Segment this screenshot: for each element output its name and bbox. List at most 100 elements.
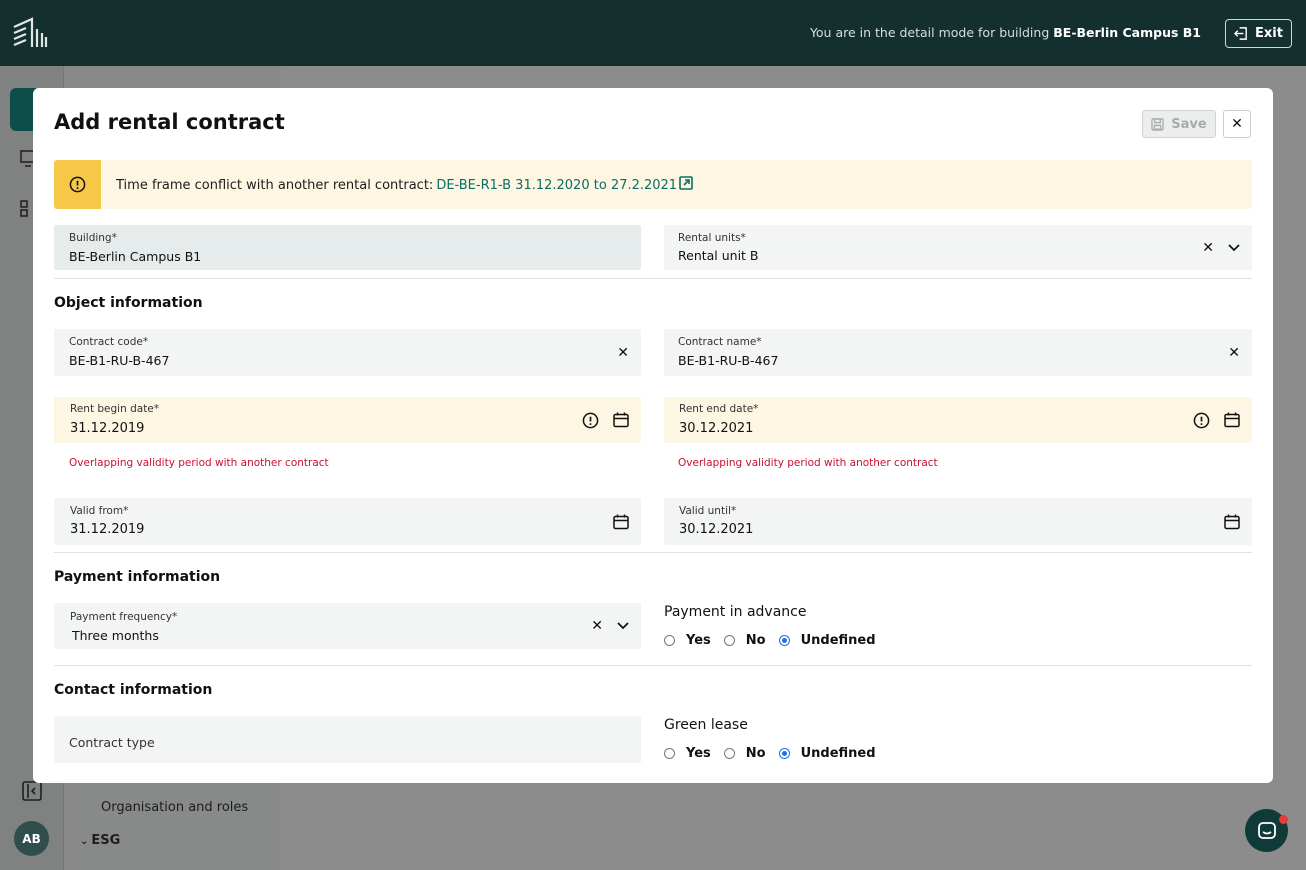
green-lease-title: Green lease bbox=[664, 717, 748, 733]
contract-name-label: Contract name* bbox=[678, 336, 762, 348]
valid-until-value: 30.12.2021 bbox=[679, 522, 754, 537]
chevron-down-icon[interactable] bbox=[1228, 243, 1240, 252]
top-bar: You are in the detail mode for building … bbox=[0, 0, 1306, 66]
contract-code-value: BE-B1-RU-B-467 bbox=[69, 353, 170, 368]
radio-label-yes: Yes bbox=[686, 633, 711, 648]
section-divider bbox=[54, 552, 1252, 553]
building-label: Building* bbox=[69, 232, 117, 244]
calendar-icon[interactable] bbox=[613, 514, 629, 530]
contract-name-field[interactable]: Contract name* BE-B1-RU-B-467 ✕ bbox=[664, 329, 1252, 376]
radio-label-undefined: Undefined bbox=[800, 633, 876, 648]
rent-begin-date-field[interactable]: Rent begin date* 31.12.2019 bbox=[54, 397, 641, 443]
exit-label: Exit bbox=[1255, 26, 1283, 41]
rent-end-date-field[interactable]: Rent end date* 30.12.2021 bbox=[664, 397, 1252, 443]
clear-icon[interactable]: ✕ bbox=[1202, 241, 1214, 255]
radio-label-no: No bbox=[745, 633, 766, 648]
warning-icon bbox=[582, 412, 599, 428]
close-button[interactable]: ✕ bbox=[1223, 110, 1251, 138]
contract-type-placeholder: Contract type bbox=[69, 735, 155, 750]
payment-frequency-label: Payment frequency* bbox=[70, 611, 178, 623]
notification-dot bbox=[1279, 815, 1288, 824]
alert-text: Time frame conflict with another rental … bbox=[116, 178, 434, 193]
radio-yes[interactable] bbox=[664, 748, 675, 759]
green-lease-undefined[interactable]: Undefined bbox=[778, 746, 876, 761]
nav-item-esg[interactable]: ⌄ ESG bbox=[80, 833, 120, 848]
building-logo-icon[interactable] bbox=[12, 17, 48, 49]
payment-advance-yes[interactable]: Yes bbox=[664, 633, 711, 648]
contact-information-heading: Contact information bbox=[54, 682, 213, 698]
nav-item-esg-label: ESG bbox=[91, 833, 121, 848]
save-button[interactable]: Save bbox=[1142, 110, 1216, 138]
save-label: Save bbox=[1171, 116, 1207, 132]
payment-frequency-select[interactable]: Payment frequency* Three months ✕ bbox=[54, 603, 641, 649]
radio-undefined-selected[interactable] bbox=[778, 635, 790, 646]
exit-icon bbox=[1234, 27, 1247, 40]
contract-name-value: BE-B1-RU-B-467 bbox=[678, 353, 779, 368]
collapse-icon[interactable] bbox=[22, 781, 42, 801]
alert-icon-box bbox=[54, 160, 101, 209]
chat-icon bbox=[1257, 821, 1276, 839]
calendar-icon[interactable] bbox=[1224, 412, 1240, 428]
valid-until-label: Valid until* bbox=[679, 505, 737, 517]
radio-label-yes: Yes bbox=[686, 746, 711, 761]
section-divider bbox=[54, 278, 1252, 279]
rental-units-value: Rental unit B bbox=[678, 248, 759, 263]
detail-mode-building: BE-Berlin Campus B1 bbox=[1053, 25, 1201, 40]
detail-mode-prefix: You are in the detail mode for building bbox=[809, 25, 1050, 40]
detail-mode-message: You are in the detail mode for building … bbox=[810, 25, 1201, 40]
object-information-heading: Object information bbox=[54, 295, 203, 311]
save-icon bbox=[1151, 117, 1165, 131]
payment-advance-undefined[interactable]: Undefined bbox=[778, 633, 876, 648]
payment-frequency-value: Three months bbox=[72, 628, 159, 643]
green-lease-no[interactable]: No bbox=[723, 746, 766, 761]
rent-end-date-value: 30.12.2021 bbox=[679, 421, 754, 436]
rent-begin-date-value: 31.12.2019 bbox=[70, 421, 145, 436]
radio-label-undefined: Undefined bbox=[800, 746, 876, 761]
contract-code-label: Contract code* bbox=[69, 336, 149, 348]
contract-code-field[interactable]: Contract code* BE-B1-RU-B-467 ✕ bbox=[54, 329, 641, 376]
rent-end-date-error: Overlapping validity period with another… bbox=[678, 457, 938, 469]
external-link-icon bbox=[679, 176, 693, 190]
calendar-icon[interactable] bbox=[1224, 514, 1240, 530]
section-divider bbox=[54, 665, 1252, 666]
clear-icon[interactable]: ✕ bbox=[617, 346, 629, 360]
nav-item-organisation[interactable]: Organisation and roles bbox=[101, 800, 248, 815]
building-value: BE-Berlin Campus B1 bbox=[69, 249, 202, 264]
exit-button[interactable]: Exit bbox=[1225, 19, 1292, 48]
valid-until-field[interactable]: Valid until* 30.12.2021 bbox=[664, 498, 1252, 545]
warning-icon bbox=[69, 176, 86, 193]
warning-icon bbox=[1193, 412, 1210, 428]
add-rental-contract-dialog: Add rental contract Save ✕ Time frame co… bbox=[33, 88, 1273, 783]
radio-undefined-selected[interactable] bbox=[778, 748, 790, 759]
radio-no[interactable] bbox=[723, 635, 735, 646]
conflict-contract-link[interactable]: DE-BE-R1-B 31.12.2020 to 27.2.2021 bbox=[436, 176, 693, 193]
avatar[interactable]: AB bbox=[14, 821, 49, 856]
rent-end-date-label: Rent end date* bbox=[679, 403, 759, 415]
rental-units-select[interactable]: Rental units* Rental unit B ✕ bbox=[664, 225, 1252, 270]
calendar-icon[interactable] bbox=[613, 412, 629, 428]
payment-in-advance-radio-group: Yes No Undefined bbox=[664, 633, 889, 648]
alert-message: Time frame conflict with another rental … bbox=[116, 176, 693, 193]
contract-type-select[interactable]: Contract type bbox=[54, 716, 641, 763]
payment-information-heading: Payment information bbox=[54, 569, 221, 585]
valid-from-value: 31.12.2019 bbox=[70, 522, 145, 537]
conflict-contract-link-text: DE-BE-R1-B 31.12.2020 to 27.2.2021 bbox=[436, 178, 678, 193]
chevron-down-icon[interactable] bbox=[617, 622, 629, 630]
conflict-alert: Time frame conflict with another rental … bbox=[54, 160, 1252, 209]
radio-yes[interactable] bbox=[664, 635, 675, 646]
close-icon: ✕ bbox=[1231, 116, 1243, 132]
valid-from-label: Valid from* bbox=[70, 505, 129, 517]
building-field: Building* BE-Berlin Campus B1 bbox=[54, 225, 641, 270]
dialog-title: Add rental contract bbox=[54, 110, 285, 134]
payment-in-advance-title: Payment in advance bbox=[664, 604, 807, 620]
clear-icon[interactable]: ✕ bbox=[1228, 346, 1240, 360]
chevron-down-icon: ⌄ bbox=[80, 836, 89, 847]
valid-from-field[interactable]: Valid from* 31.12.2019 bbox=[54, 498, 641, 545]
clear-icon[interactable]: ✕ bbox=[591, 619, 603, 633]
green-lease-yes[interactable]: Yes bbox=[664, 746, 711, 761]
radio-no[interactable] bbox=[723, 748, 735, 759]
payment-advance-no[interactable]: No bbox=[723, 633, 766, 648]
radio-label-no: No bbox=[745, 746, 766, 761]
green-lease-radio-group: Yes No Undefined bbox=[664, 746, 889, 761]
rent-begin-date-label: Rent begin date* bbox=[70, 403, 160, 415]
